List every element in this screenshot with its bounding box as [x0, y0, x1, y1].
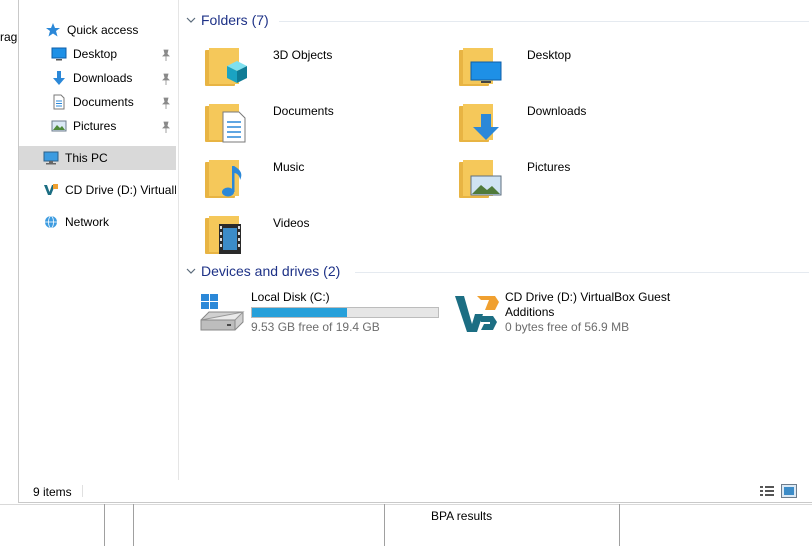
background-bottom-panel — [0, 504, 812, 547]
drive-name-line2: Additions — [505, 305, 555, 319]
document-icon — [51, 94, 67, 110]
status-separator — [82, 485, 83, 497]
3d-objects-folder-icon — [205, 48, 247, 86]
nav-item-label: Desktop — [73, 47, 118, 61]
drive-usage-fill — [252, 308, 347, 317]
folder-tile-documents[interactable]: Documents — [203, 98, 443, 150]
large-icons-view-icon[interactable] — [781, 484, 797, 498]
status-bar: 9 items — [19, 480, 811, 502]
folder-name: Music — [273, 160, 305, 174]
nav-item-label: Quick access — [67, 23, 139, 37]
folder-tile-pictures[interactable]: Pictures — [457, 154, 697, 206]
bpa-results-label[interactable]: BPA results — [431, 509, 492, 523]
pin-icon[interactable] — [161, 49, 171, 61]
folder-tile-downloads[interactable]: Downloads — [457, 98, 697, 150]
downloads-folder-icon — [459, 104, 499, 142]
nav-item-downloads[interactable]: Downloads — [19, 66, 176, 90]
folders-group-title: Folders (7) — [201, 12, 269, 28]
nav-item-label: CD Drive (D:) VirtualB — [65, 183, 176, 197]
drive-tile-local-disk[interactable]: Local Disk (C:) 9.53 GB free of 19.4 GB — [199, 290, 439, 342]
chevron-down-icon — [186, 17, 196, 23]
videos-folder-icon — [205, 216, 241, 254]
background-divider — [104, 504, 105, 546]
background-left-text: rag — [0, 30, 18, 44]
music-folder-icon — [205, 160, 242, 198]
pin-icon[interactable] — [161, 73, 171, 85]
pictures-icon — [51, 118, 67, 134]
drive-usage-bar — [251, 307, 439, 318]
documents-folder-icon — [205, 104, 246, 143]
nav-item-network[interactable]: Network — [19, 210, 176, 234]
computer-icon — [43, 150, 59, 166]
background-divider — [133, 504, 134, 546]
nav-item-pictures[interactable]: Pictures — [19, 114, 176, 138]
folder-name: Downloads — [527, 104, 587, 118]
drives-group-header[interactable]: Devices and drives (2) — [185, 261, 340, 281]
desktop-folder-icon — [459, 48, 502, 86]
virtualbox-icon — [43, 182, 59, 198]
nav-item-label: Pictures — [73, 119, 117, 133]
download-arrow-icon — [51, 70, 67, 86]
nav-item-documents[interactable]: Documents — [19, 90, 176, 114]
folder-tile-music[interactable]: Music — [203, 154, 443, 206]
drive-name-line1: CD Drive (D:) VirtualBox Guest — [505, 290, 671, 304]
star-icon — [45, 22, 61, 38]
hard-disk-icon — [200, 294, 245, 331]
folders-group-header[interactable]: Folders (7) — [185, 10, 269, 30]
drive-name: Local Disk (C:) — [251, 290, 330, 304]
navigation-pane[interactable]: Quick access Desktop Downloads Documents — [19, 0, 179, 480]
background-divider — [619, 504, 620, 546]
nav-item-this-pc[interactable]: This PC — [19, 146, 176, 170]
details-view-icon[interactable] — [759, 484, 775, 498]
content-pane[interactable]: Folders (7) 3D Objects Desktop Documents… — [179, 0, 811, 480]
network-icon — [43, 214, 59, 230]
item-count: 9 items — [33, 485, 72, 499]
pin-icon[interactable] — [161, 97, 171, 109]
drive-free-space: 0 bytes free of 56.9 MB — [505, 320, 630, 334]
folder-name: Documents — [273, 104, 334, 118]
drive-name: CD Drive (D:) VirtualBox Guest Additions — [505, 290, 705, 320]
folder-tile-3d-objects[interactable]: 3D Objects — [203, 42, 443, 94]
drive-tile-cd-drive[interactable]: CD Drive (D:) VirtualBox Guest Additions… — [453, 290, 711, 342]
pin-icon[interactable] — [161, 121, 171, 133]
nav-item-label: Documents — [73, 95, 134, 109]
file-explorer-window: Quick access Desktop Downloads Documents — [18, 0, 812, 503]
background-divider — [384, 504, 385, 546]
desktop-icon — [51, 46, 67, 62]
nav-item-label: Downloads — [73, 71, 133, 85]
nav-item-label: This PC — [65, 151, 108, 165]
drive-free-space: 9.53 GB free of 19.4 GB — [251, 320, 380, 334]
group-divider — [279, 21, 809, 22]
pictures-folder-icon — [459, 160, 502, 198]
group-divider — [355, 272, 809, 273]
folder-name: Desktop — [527, 48, 572, 62]
nav-item-desktop[interactable]: Desktop — [19, 42, 176, 66]
virtualbox-icon — [455, 296, 499, 332]
folder-tile-videos[interactable]: Videos — [203, 210, 443, 262]
drives-group-title: Devices and drives (2) — [201, 263, 341, 279]
nav-item-quick-access[interactable]: Quick access — [19, 18, 176, 42]
folder-tile-desktop[interactable]: Desktop — [457, 42, 697, 94]
folder-name: 3D Objects — [273, 48, 333, 62]
folder-name: Videos — [273, 216, 310, 230]
nav-item-cd-drive[interactable]: CD Drive (D:) VirtualB — [19, 178, 176, 202]
nav-item-label: Network — [65, 215, 110, 229]
chevron-down-icon — [186, 268, 196, 274]
folder-name: Pictures — [527, 160, 571, 174]
